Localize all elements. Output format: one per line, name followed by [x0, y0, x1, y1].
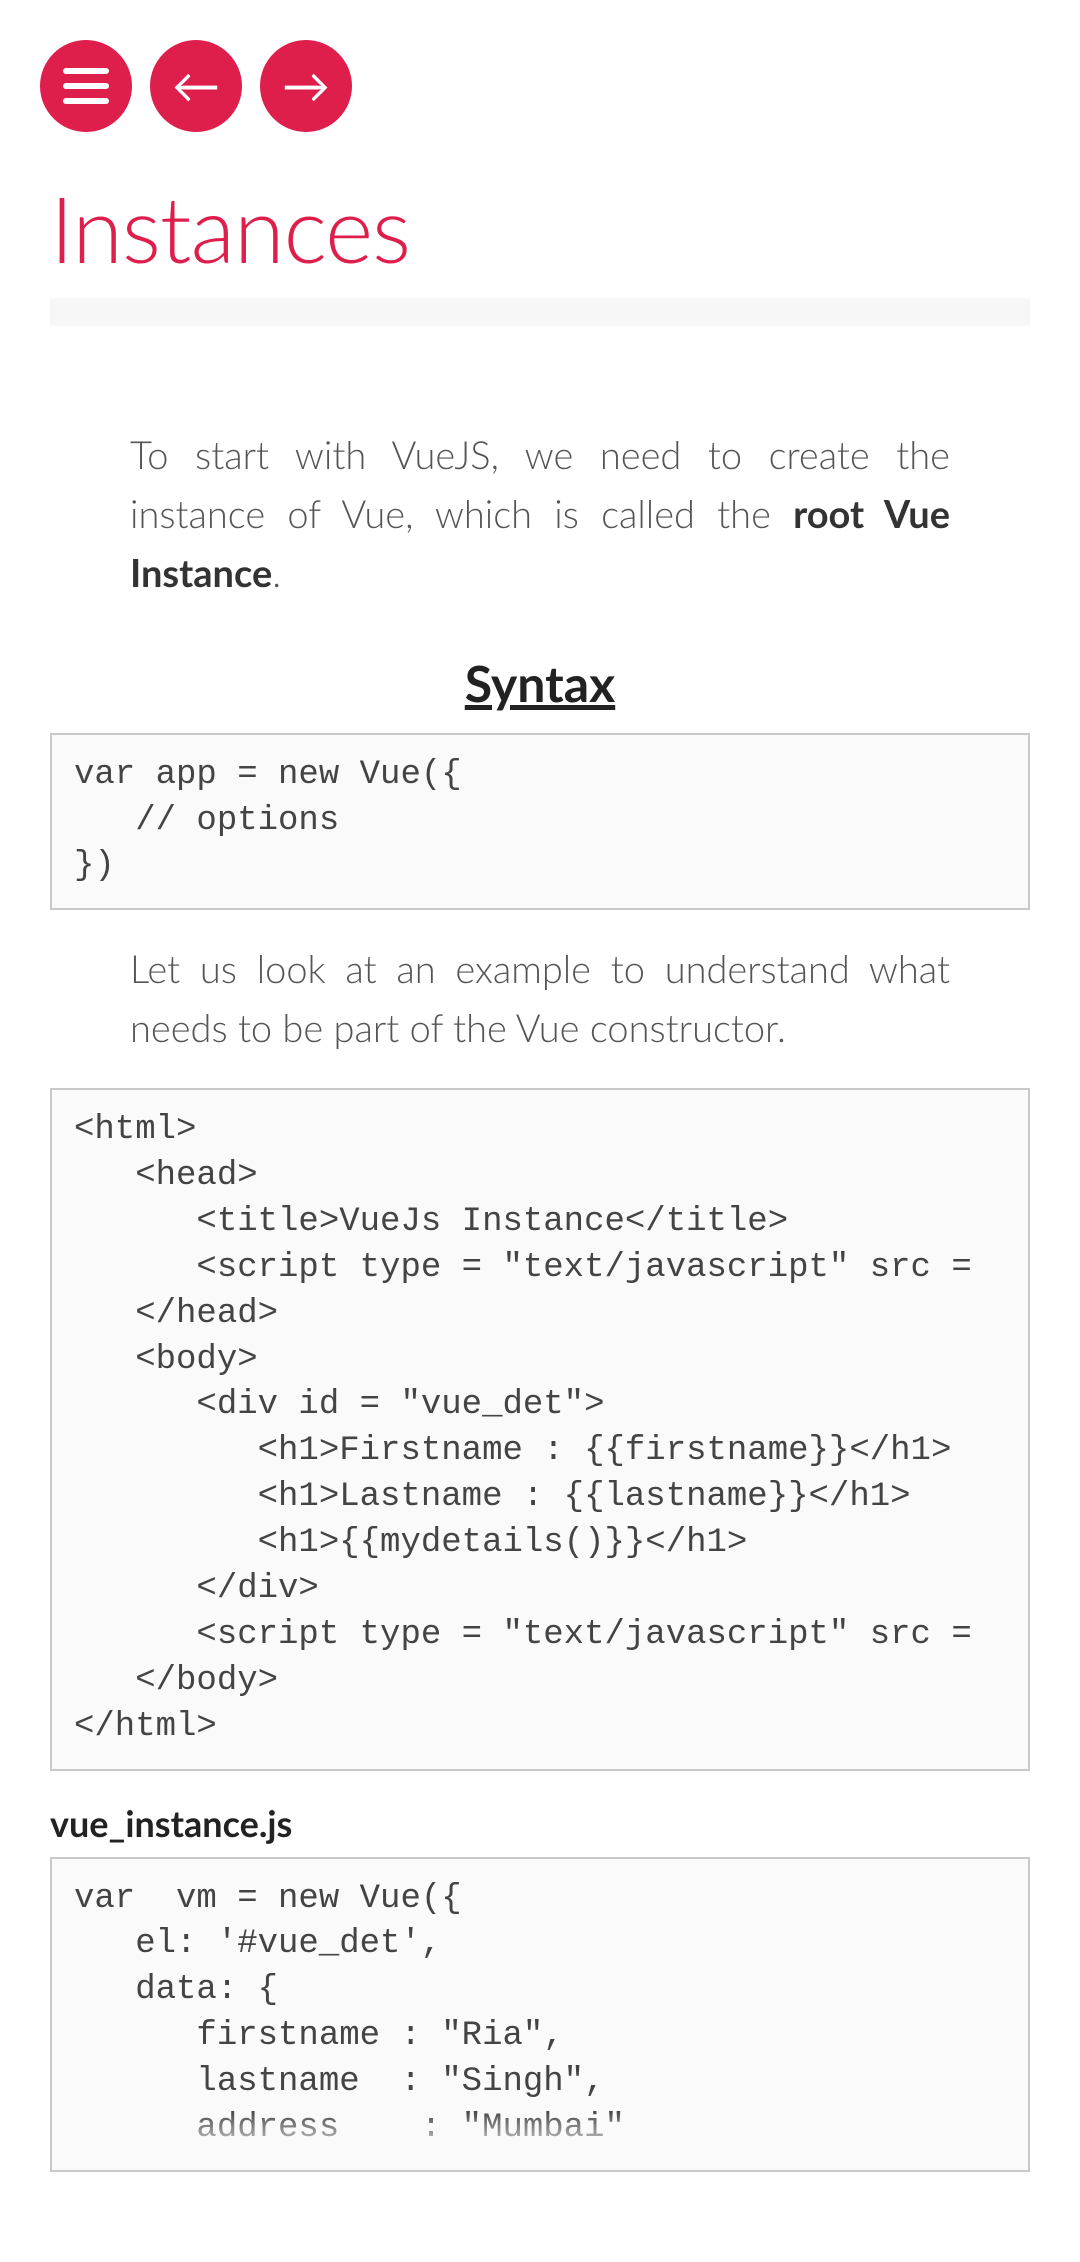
main-content: To start with VueJS, we need to create t…: [0, 426, 1080, 2262]
js-filename-label: vue_instance.js: [50, 1801, 1030, 1845]
page-title: Instances: [50, 172, 1080, 283]
top-nav: ← →: [0, 0, 1080, 152]
intro-text-post: .: [272, 550, 281, 596]
arrow-right-icon: →: [282, 62, 330, 110]
example-intro-paragraph: Let us look at an example to understand …: [50, 940, 1030, 1058]
menu-button[interactable]: [40, 40, 132, 132]
html-code-block: <html> <head> <title>VueJs Instance</tit…: [50, 1088, 1030, 1770]
next-button[interactable]: →: [260, 40, 352, 132]
intro-paragraph: To start with VueJS, we need to create t…: [50, 426, 1030, 603]
js-code-block: var vm = new Vue({ el: '#vue_det', data:…: [50, 1857, 1030, 2172]
syntax-code-block: var app = new Vue({ // options }): [50, 733, 1030, 911]
hamburger-icon: [63, 68, 109, 104]
header-divider: [50, 298, 1030, 326]
syntax-heading: Syntax: [50, 653, 1030, 713]
prev-button[interactable]: ←: [150, 40, 242, 132]
arrow-left-icon: ←: [172, 62, 220, 110]
